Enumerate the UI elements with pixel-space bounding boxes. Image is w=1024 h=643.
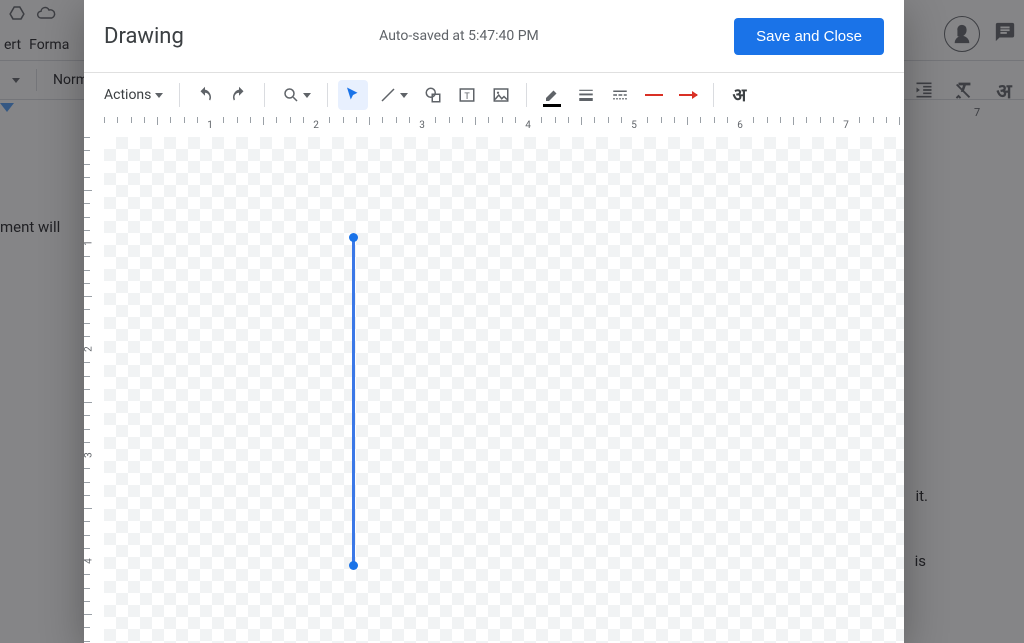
ruler-num: 3 xyxy=(84,452,94,458)
drawing-modal: Drawing Auto-saved at 5:47:40 PM Save an… xyxy=(84,0,904,643)
canvas-area: 1 2 3 4 5 6 7 1 2 3 4 xyxy=(84,117,904,643)
ruler-num: 7 xyxy=(843,120,849,131)
hindi-input-button[interactable]: अ xyxy=(724,80,754,110)
line-handle-bottom[interactable] xyxy=(349,561,358,570)
ruler-num: 2 xyxy=(313,120,319,131)
drawn-line-shape[interactable] xyxy=(352,237,355,565)
image-tool[interactable] xyxy=(486,80,516,110)
modal-title: Drawing xyxy=(104,24,184,49)
drawing-canvas[interactable] xyxy=(104,137,904,643)
ruler-num: 2 xyxy=(84,346,94,352)
ruler-num: 5 xyxy=(631,120,637,131)
select-tool[interactable] xyxy=(338,80,368,110)
line-dash-button[interactable] xyxy=(605,80,635,110)
ruler-num: 1 xyxy=(84,240,94,246)
vertical-ruler[interactable]: 1 2 3 4 xyxy=(84,137,104,643)
undo-button[interactable] xyxy=(190,80,220,110)
actions-menu[interactable]: Actions xyxy=(98,80,169,110)
textbox-tool[interactable]: T xyxy=(452,80,482,110)
line-tool[interactable] xyxy=(372,80,414,110)
drawing-toolbar: Actions T xyxy=(84,73,904,117)
horizontal-ruler[interactable]: 1 2 3 4 5 6 7 xyxy=(104,117,904,137)
line-weight-button[interactable] xyxy=(571,80,601,110)
line-handle-top[interactable] xyxy=(349,233,358,242)
ruler-num: 4 xyxy=(84,558,94,564)
save-and-close-button[interactable]: Save and Close xyxy=(734,18,884,55)
zoom-button[interactable] xyxy=(275,80,317,110)
ruler-num: 4 xyxy=(525,120,531,131)
svg-text:T: T xyxy=(465,92,471,102)
ruler-num: 6 xyxy=(737,120,743,131)
autosave-status: Auto-saved at 5:47:40 PM xyxy=(184,28,734,44)
ruler-num: 1 xyxy=(207,120,213,131)
modal-header: Drawing Auto-saved at 5:47:40 PM Save an… xyxy=(84,0,904,72)
shape-tool[interactable] xyxy=(418,80,448,110)
line-start-button[interactable] xyxy=(639,80,669,110)
line-end-button[interactable] xyxy=(673,80,703,110)
ruler-num: 3 xyxy=(419,120,425,131)
redo-button[interactable] xyxy=(224,80,254,110)
line-color-button[interactable] xyxy=(537,80,567,110)
